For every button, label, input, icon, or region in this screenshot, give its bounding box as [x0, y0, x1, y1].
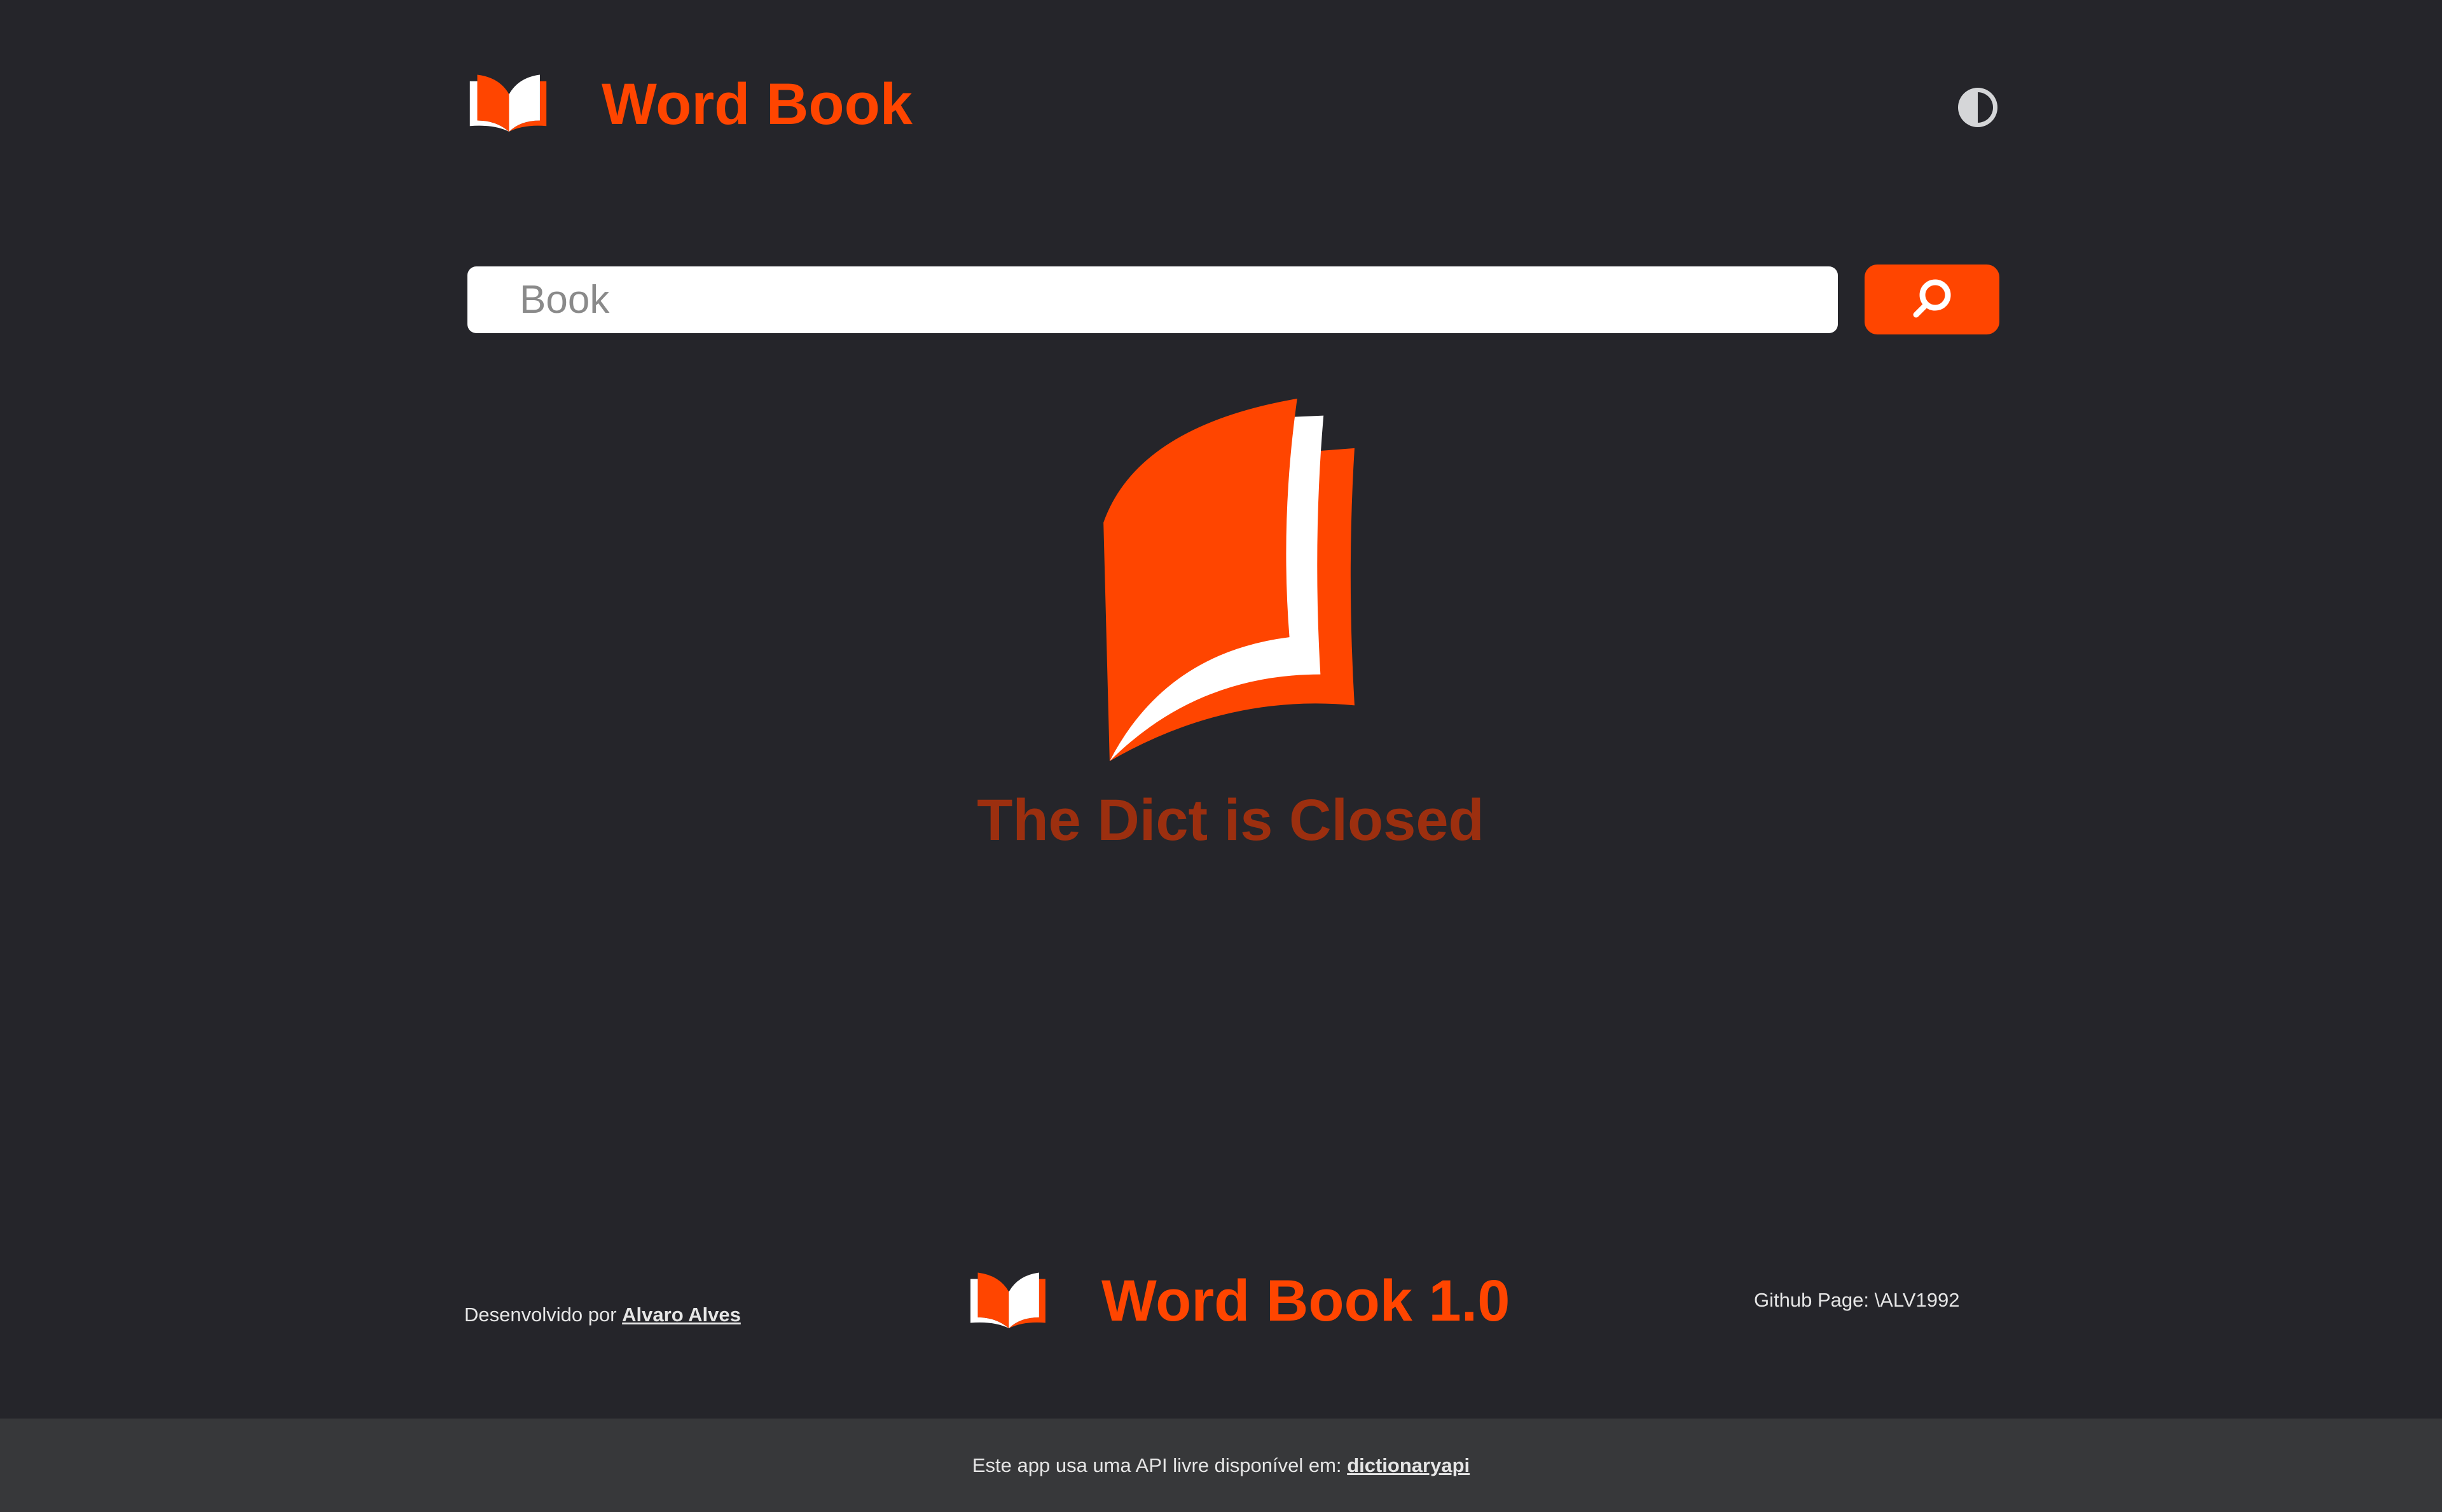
empty-state-message: The Dict is Closed	[977, 788, 1484, 853]
developer-credit: Desenvolvido por Alvaro Alves	[464, 1303, 741, 1326]
github-page: Github Page: \ALV1992	[1754, 1289, 1960, 1311]
search-button[interactable]	[1865, 265, 1999, 334]
api-credit-bar: Este app usa uma API livre disponível em…	[0, 1419, 2442, 1512]
app-title: Word Book	[602, 72, 913, 137]
search-input[interactable]	[467, 266, 1838, 333]
logo-book-icon	[469, 74, 547, 132]
author-link[interactable]: Alvaro Alves	[622, 1303, 741, 1326]
search-icon	[1913, 279, 1951, 318]
api-credit-text: Este app usa uma API livre disponível em…	[972, 1454, 1342, 1476]
footer-brand: Word Book 1.0	[1101, 1268, 1510, 1333]
footer-logo-book-icon	[970, 1272, 1045, 1329]
api-link[interactable]: dictionaryapi	[1347, 1454, 1470, 1477]
contrast-icon[interactable]	[1957, 87, 1998, 128]
developed-by-label: Desenvolvido por	[464, 1303, 617, 1326]
book-icon	[1103, 398, 1355, 762]
